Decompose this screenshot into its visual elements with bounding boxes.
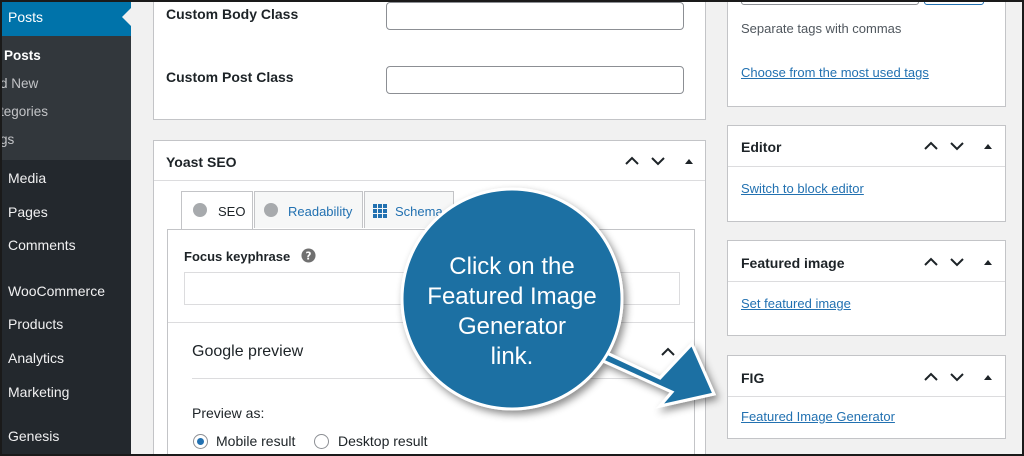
desktop-result-radio[interactable] <box>314 434 329 449</box>
admin-sidebar: Posts Posts d New tegories gs Media Page… <box>0 0 131 456</box>
editor-box: Editor Switch to block editor <box>727 125 1006 222</box>
switch-block-editor-link[interactable]: Switch to block editor <box>741 181 864 196</box>
sidebar-item-label: Posts <box>8 9 44 25</box>
custom-classes-box: Custom Body Class Custom Post Class <box>153 0 706 120</box>
custom-post-class-label: Custom Post Class <box>166 69 294 85</box>
sidebar-item-media[interactable]: Media <box>8 170 46 186</box>
tab-seo-label: SEO <box>218 204 246 219</box>
tags-hint: Separate tags with commas <box>741 21 902 36</box>
toggle-panel-icon[interactable] <box>980 369 996 385</box>
featured-image-title: Featured image <box>741 255 845 271</box>
tags-box: Separate tags with commas Choose from th… <box>727 0 1006 107</box>
fig-box: FIG Featured Image Generator <box>727 355 1006 439</box>
sidebar-item-comments[interactable]: Comments <box>8 237 76 253</box>
tab-schema[interactable]: Schema <box>364 191 454 228</box>
custom-body-class-label: Custom Body Class <box>166 6 299 22</box>
header-divider <box>728 281 1005 282</box>
submenu-categories[interactable]: tegories <box>0 104 48 119</box>
callout-line-2: Featured Image <box>427 283 597 310</box>
move-up-icon[interactable] <box>923 369 939 385</box>
sidebar-item-posts[interactable]: Posts <box>0 0 131 36</box>
collapse-preview-icon[interactable] <box>660 344 676 360</box>
yoast-seo-title: Yoast SEO <box>166 154 237 170</box>
preview-as-label: Preview as: <box>192 405 265 421</box>
sidebar-item-marketing[interactable]: Marketing <box>8 384 69 400</box>
sidebar-item-woocommerce[interactable]: WooCommerce <box>8 283 105 299</box>
sidebar-item-products[interactable]: Products <box>8 316 63 332</box>
callout-text: Click on the Featured Image Generator li… <box>402 252 622 372</box>
custom-body-class-input[interactable] <box>386 2 684 30</box>
header-divider <box>728 396 1005 397</box>
set-featured-image-link[interactable]: Set featured image <box>741 296 851 311</box>
google-preview-heading[interactable]: Google preview <box>192 343 303 361</box>
mobile-result-radio[interactable] <box>193 434 208 449</box>
callout-line-3: Generator <box>457 313 567 340</box>
custom-post-class-input[interactable] <box>386 66 684 94</box>
submenu-add-new[interactable]: d New <box>0 76 38 91</box>
readability-score-dot <box>264 203 278 217</box>
move-down-icon[interactable] <box>949 138 965 154</box>
editor-title: Editor <box>741 139 782 155</box>
grid-icon <box>373 204 387 218</box>
help-icon[interactable]: ? <box>301 248 316 263</box>
header-divider <box>728 166 1005 167</box>
posts-submenu: Posts d New tegories gs <box>0 36 131 160</box>
tab-schema-label: Schema <box>395 204 443 219</box>
submenu-tags[interactable]: gs <box>0 132 14 147</box>
callout-line-1: Click on the <box>449 253 575 280</box>
move-up-icon[interactable] <box>923 254 939 270</box>
featured-image-box: Featured image Set featured image <box>727 240 1006 336</box>
current-menu-arrow <box>122 8 131 26</box>
sidebar-item-pages[interactable]: Pages <box>8 204 48 220</box>
desktop-result-label[interactable]: Desktop result <box>338 433 427 449</box>
svg-text:?: ? <box>306 250 312 262</box>
submenu-all-posts[interactable]: Posts <box>4 48 41 63</box>
fig-title: FIG <box>741 370 765 386</box>
sidebar-item-analytics[interactable]: Analytics <box>8 350 64 366</box>
header-divider <box>154 180 705 181</box>
callout-line-4: link. <box>490 343 534 370</box>
tab-readability[interactable]: Readability <box>254 191 363 228</box>
most-used-tags-link[interactable]: Choose from the most used tags <box>741 65 929 80</box>
seo-score-dot <box>193 203 207 217</box>
move-down-icon[interactable] <box>949 254 965 270</box>
featured-image-generator-link[interactable]: Featured Image Generator <box>741 409 895 424</box>
move-up-icon[interactable] <box>923 138 939 154</box>
add-tag-button[interactable] <box>924 0 984 5</box>
tag-input[interactable] <box>741 0 919 5</box>
tab-readability-label: Readability <box>288 204 353 219</box>
toggle-panel-icon[interactable] <box>681 153 697 169</box>
sidebar-item-genesis[interactable]: Genesis <box>8 428 59 444</box>
move-down-icon[interactable] <box>650 153 666 169</box>
move-down-icon[interactable] <box>949 369 965 385</box>
toggle-panel-icon[interactable] <box>980 138 996 154</box>
preview-divider <box>192 378 670 379</box>
toggle-panel-icon[interactable] <box>980 254 996 270</box>
mobile-result-label[interactable]: Mobile result <box>216 433 295 449</box>
focus-keyphrase-label: Focus keyphrase <box>184 249 291 264</box>
move-up-icon[interactable] <box>624 153 640 169</box>
tab-seo[interactable]: SEO <box>181 191 253 229</box>
